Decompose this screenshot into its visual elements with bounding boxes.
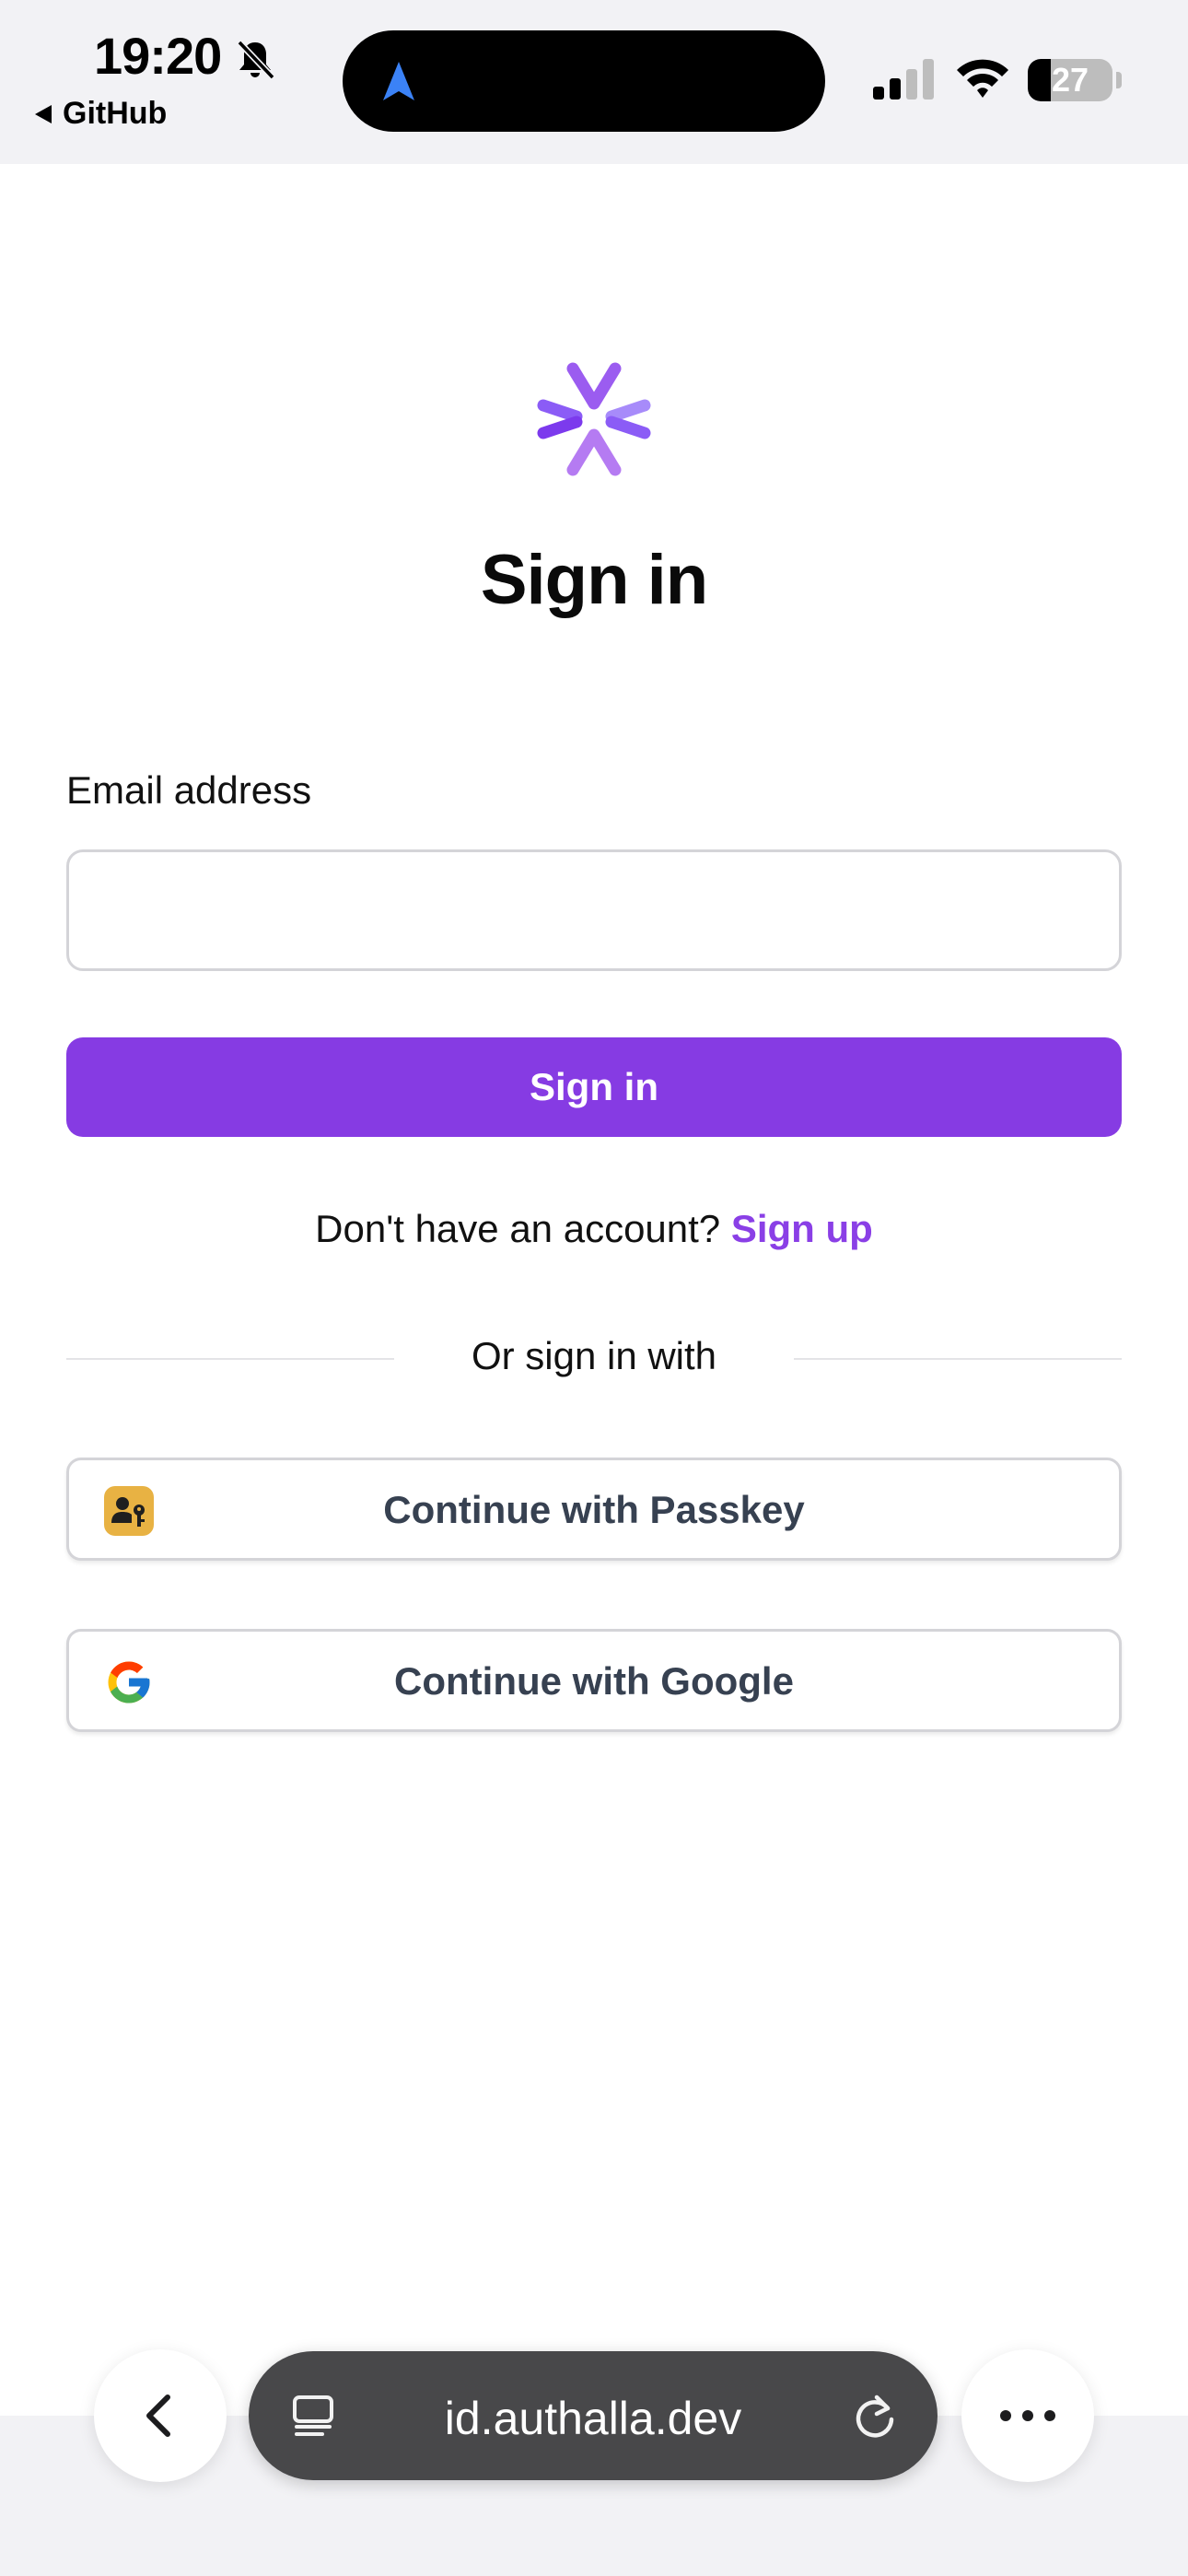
chevron-left-icon <box>146 2395 170 2437</box>
navigation-arrow-icon <box>383 62 414 100</box>
continue-with-google-button[interactable]: Continue with Google <box>66 1629 1122 1732</box>
sign-up-link[interactable]: Sign up <box>731 1207 873 1250</box>
status-bar: 19:20 GitHub 27 <box>0 0 1188 164</box>
authalla-logo <box>537 362 651 476</box>
wifi-icon <box>957 59 1008 98</box>
passkey-icon <box>104 1486 154 1536</box>
bell-slash-icon <box>237 40 275 80</box>
battery-icon: 27 <box>1028 59 1112 101</box>
or-divider: Or sign in with <box>66 1334 1122 1382</box>
battery-cap <box>1116 72 1122 88</box>
dynamic-island <box>343 30 825 132</box>
continue-with-passkey-button[interactable]: Continue with Passkey <box>66 1458 1122 1561</box>
battery-percent: 27 <box>1051 61 1089 99</box>
address-bar[interactable]: id.authalla.dev <box>249 2351 938 2480</box>
back-app-label: GitHub <box>63 96 168 131</box>
browser-more-button[interactable] <box>961 2349 1094 2482</box>
browser-back-button[interactable] <box>94 2349 227 2482</box>
divider-line-right <box>794 1358 1122 1360</box>
sign-in-button[interactable]: Sign in <box>66 1037 1122 1137</box>
signup-prompt: Don't have an account? <box>315 1207 721 1250</box>
google-button-label: Continue with Google <box>394 1659 794 1703</box>
passkey-button-label: Continue with Passkey <box>383 1488 805 1531</box>
google-icon <box>108 1661 150 1704</box>
more-icon <box>1000 2410 1055 2421</box>
address-url[interactable]: id.authalla.dev <box>249 2392 938 2445</box>
signup-prompt-row: Don't have an account? Sign up <box>0 1207 1188 1251</box>
cellular-signal-icon <box>873 59 934 100</box>
page-title: Sign in <box>480 541 708 619</box>
status-time: 19:20 <box>94 27 222 85</box>
divider-text: Or sign in with <box>471 1334 717 1377</box>
reload-icon[interactable] <box>849 2390 901 2441</box>
back-to-app-link[interactable]: GitHub <box>35 96 167 132</box>
back-triangle-icon <box>35 104 52 123</box>
email-input[interactable] <box>66 849 1122 971</box>
email-label: Email address <box>66 768 312 812</box>
